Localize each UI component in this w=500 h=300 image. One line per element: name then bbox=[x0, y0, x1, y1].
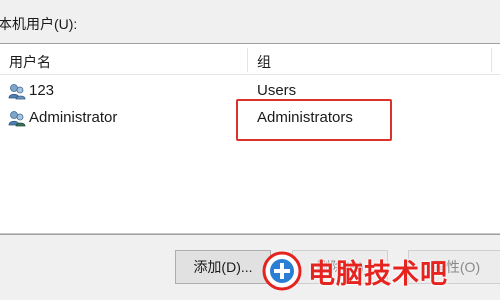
column-header-group[interactable]: 组 bbox=[257, 44, 487, 74]
users-list-view[interactable]: 用户名 组 123 Users Administrator Administra… bbox=[0, 43, 500, 235]
divider bbox=[0, 233, 500, 234]
admin-user-icon bbox=[8, 111, 26, 127]
list-header: 用户名 组 bbox=[0, 44, 500, 75]
local-users-label: 本机用户(U): bbox=[0, 16, 78, 32]
user-name-cell: 123 bbox=[29, 82, 55, 99]
watermark: 电脑技术吧 bbox=[262, 246, 448, 296]
watermark-logo-icon bbox=[262, 251, 302, 291]
user-name-cell: Administrator bbox=[29, 109, 118, 126]
column-divider[interactable] bbox=[247, 48, 248, 72]
column-divider[interactable] bbox=[491, 48, 492, 72]
column-header-username[interactable]: 用户名 bbox=[9, 44, 245, 74]
user-icon bbox=[8, 84, 26, 100]
add-button[interactable]: 添加(D)... bbox=[175, 250, 271, 284]
highlight-annotation-box bbox=[236, 99, 392, 141]
watermark-text: 电脑技术吧 bbox=[308, 258, 448, 290]
